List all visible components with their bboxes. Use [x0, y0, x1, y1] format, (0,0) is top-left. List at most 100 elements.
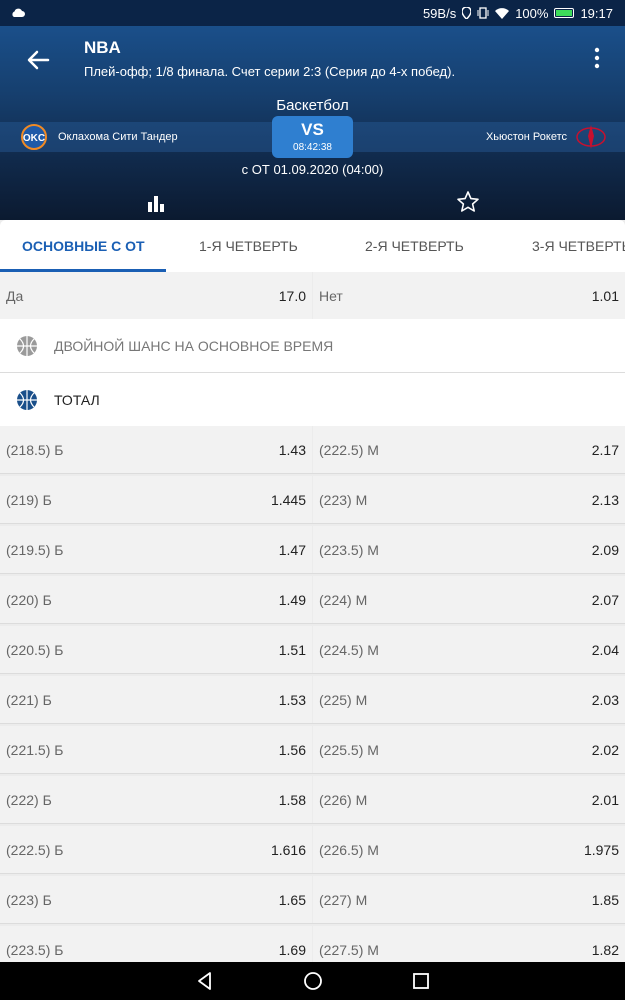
odds-cell-over[interactable]: (220.5) Б 1.51: [0, 626, 312, 673]
odds-cell-under[interactable]: (225.5) М 2.02: [313, 726, 625, 773]
total-row: (219) Б 1.445 (223) М 2.13: [0, 476, 625, 523]
home-team-name: Оклахома Сити Тандер: [58, 131, 178, 143]
total-row: (219.5) Б 1.47 (223.5) М 2.09: [0, 526, 625, 573]
battery-percent: 100%: [515, 5, 549, 21]
total-line-label: (227) М: [319, 891, 368, 908]
odds-cell-over[interactable]: (222.5) Б 1.616: [0, 826, 312, 873]
total-line-label: (220.5) Б: [6, 641, 64, 658]
nav-recents-icon[interactable]: [410, 970, 432, 992]
odds-cell-under[interactable]: (223) М 2.13: [313, 476, 625, 523]
back-arrow-icon[interactable]: [22, 46, 54, 74]
tab-quarter-2[interactable]: 2-я четверть: [365, 220, 464, 272]
odds-value: 2.02: [591, 741, 619, 758]
wifi-icon: [495, 7, 510, 19]
divider: [0, 873, 625, 874]
odds-cell-under[interactable]: (224.5) М 2.04: [313, 626, 625, 673]
stats-icon[interactable]: [144, 190, 168, 214]
total-row: (221) Б 1.53 (225) М 2.03: [0, 676, 625, 723]
total-line-label: (218.5) Б: [6, 441, 64, 458]
cloud-icon: [12, 8, 25, 17]
odds-cell-under[interactable]: (226.5) М 1.975: [313, 826, 625, 873]
favorite-star-icon[interactable]: [456, 190, 480, 214]
section-label: ТОТАЛ: [54, 391, 100, 408]
nav-back-icon[interactable]: [194, 970, 216, 992]
odds-value: 2.09: [591, 541, 619, 558]
tab-quarter-3[interactable]: 3-я четверть: [532, 220, 625, 272]
odds-cell-under[interactable]: (225) М 2.03: [313, 676, 625, 723]
total-line-label: (224.5) М: [319, 641, 379, 658]
odds-cell-over[interactable]: (219.5) Б 1.47: [0, 526, 312, 573]
tab-quarter-1[interactable]: 1-я четверть: [199, 220, 298, 272]
odds-value: 2.04: [591, 641, 619, 658]
total-line-label: (219) Б: [6, 491, 52, 508]
tab-main-with-ot[interactable]: Основные с ОТ: [22, 220, 145, 272]
total-line-label: (219.5) Б: [6, 541, 64, 558]
odds-value: 1.58: [278, 791, 306, 808]
odds-cell-over[interactable]: (222) Б 1.58: [0, 776, 312, 823]
odds-value: 1.85: [591, 891, 619, 908]
odds-cell-over[interactable]: (223) Б 1.65: [0, 876, 312, 923]
odds-cell-no[interactable]: Нет 1.01: [313, 272, 625, 319]
odds-value: 1.616: [270, 841, 306, 858]
odds-cell-under[interactable]: (227) М 1.85: [313, 876, 625, 923]
divider: [0, 823, 625, 824]
series-subtitle: Плей-офф; 1/8 финала. Счет серии 2:3 (Се…: [84, 64, 456, 79]
odds-cell-under[interactable]: (226) М 2.01: [313, 776, 625, 823]
odds-value: 1.65: [278, 891, 306, 908]
total-line-label: (223.5) Б: [6, 941, 64, 958]
match-date: с ОТ 01.09.2020 (04:00): [241, 162, 384, 177]
basketball-icon: [17, 335, 37, 356]
odds-cell-over[interactable]: (219) Б 1.445: [0, 476, 312, 523]
odds-cell-yes[interactable]: Да 17.0: [0, 272, 312, 319]
vibrate-icon: [477, 7, 489, 19]
total-row: (220) Б 1.49 (224) М 2.07: [0, 576, 625, 623]
vs-badge: VS 08:42:38: [272, 116, 353, 158]
thunder-logo-icon: OKC: [21, 124, 47, 150]
svg-text:OKC: OKC: [23, 133, 45, 144]
odds-value: 1.51: [278, 641, 306, 658]
odds-cell-over[interactable]: (221.5) Б 1.56: [0, 726, 312, 773]
battery-icon: [554, 8, 575, 18]
odds-cell-under[interactable]: (227.5) М 1.82: [313, 926, 625, 962]
odds-cell-under[interactable]: (223.5) М 2.09: [313, 526, 625, 573]
clock: 19:17: [580, 5, 613, 21]
total-row: (223) Б 1.65 (227) М 1.85: [0, 876, 625, 923]
sport-name: Баскетбол: [276, 97, 349, 114]
total-row: (222) Б 1.58 (226) М 2.01: [0, 776, 625, 823]
total-line-label: (221) Б: [6, 691, 52, 708]
odds-value: 1.56: [278, 741, 306, 758]
outcome-label: Нет: [319, 287, 343, 304]
odds-value: 1.47: [278, 541, 306, 558]
total-line-label: (221.5) Б: [6, 741, 64, 758]
odds-cell-under[interactable]: (222.5) М 2.17: [313, 426, 625, 473]
divider: [0, 473, 625, 474]
odds-cell-over[interactable]: (218.5) Б 1.43: [0, 426, 312, 473]
outcome-label: Да: [6, 287, 24, 304]
odds-value: 1.69: [278, 941, 306, 958]
odds-value: 2.13: [591, 491, 619, 508]
location-icon: [462, 7, 472, 19]
odds-cell-over[interactable]: (220) Б 1.49: [0, 576, 312, 623]
odds-cell-over[interactable]: (223.5) Б 1.69: [0, 926, 312, 962]
divider: [0, 723, 625, 724]
match-header: NBA Плей-офф; 1/8 финала. Счет серии 2:3…: [0, 26, 625, 220]
total-line-label: (225.5) М: [319, 741, 379, 758]
yes-no-row: Да 17.0 Нет 1.01: [0, 272, 625, 319]
away-team-name: Хьюстон Рокетс: [485, 131, 567, 143]
nav-home-icon[interactable]: [302, 970, 324, 992]
total-line-label: (223) М: [319, 491, 368, 508]
total-line-label: (226.5) М: [319, 841, 379, 858]
total-line-label: (223.5) М: [319, 541, 379, 558]
odds-value: 1.43: [278, 441, 306, 458]
section-total[interactable]: ТОТАЛ: [0, 373, 625, 426]
odds-value: 1.53: [278, 691, 306, 708]
total-line-label: (226) М: [319, 791, 368, 808]
net-speed: 59B/s: [422, 5, 457, 21]
status-right: 59B/s 100% 19:17: [423, 6, 613, 21]
status-bar: 59B/s 100% 19:17: [0, 0, 625, 26]
more-options-icon[interactable]: [591, 46, 603, 70]
divider: [0, 623, 625, 624]
section-double-chance[interactable]: ДВОЙНОЙ ШАНС НА ОСНОВНОЕ ВРЕМЯ: [0, 319, 625, 372]
odds-cell-over[interactable]: (221) Б 1.53: [0, 676, 312, 723]
odds-cell-under[interactable]: (224) М 2.07: [313, 576, 625, 623]
